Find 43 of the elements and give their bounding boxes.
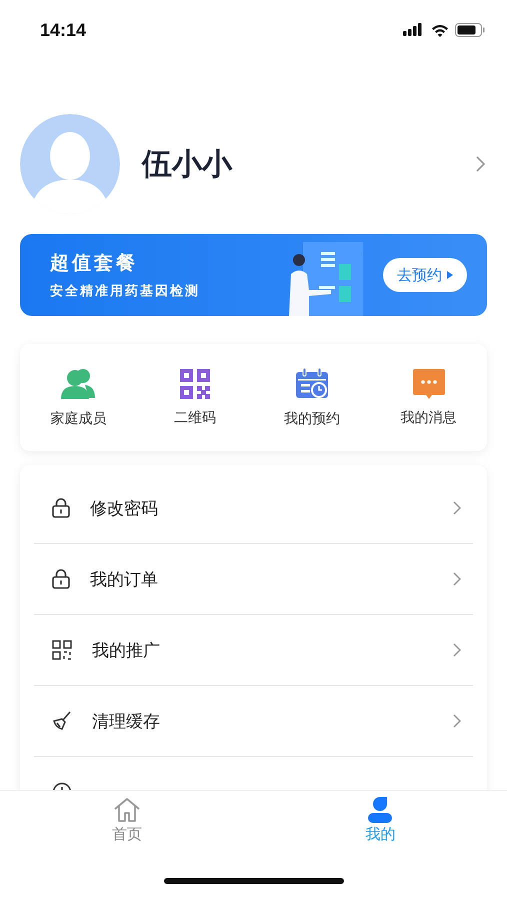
battery-icon xyxy=(455,23,485,37)
chat-bubble-icon xyxy=(412,368,445,398)
promo-banner[interactable]: 超值套餐 安全精准用药基因检测 去预约 xyxy=(20,234,487,316)
play-icon xyxy=(447,271,453,279)
chevron-right-icon xyxy=(476,156,485,172)
book-button[interactable]: 去预约 xyxy=(383,258,467,292)
calendar-clock-icon xyxy=(296,368,328,400)
shortcut-item[interactable]: 二维码 xyxy=(136,368,254,426)
broom-icon xyxy=(52,711,72,731)
chevron-right-icon xyxy=(453,714,461,728)
menu-item[interactable]: 我的订单 xyxy=(34,544,473,615)
status-time: 14:14 xyxy=(40,20,86,40)
menu-item[interactable]: 我的推广 xyxy=(34,615,473,686)
tab[interactable]: 首页 xyxy=(0,797,254,844)
people-icon xyxy=(61,368,96,400)
shortcut-label: 我的预约 xyxy=(284,410,340,428)
wifi-icon xyxy=(431,24,449,36)
chevron-right-icon xyxy=(453,572,461,586)
shortcut-item[interactable]: 家庭成员 xyxy=(20,368,137,428)
person-icon xyxy=(367,797,394,823)
user-name: 伍小小 xyxy=(142,146,234,184)
banner-subtitle: 安全精准用药基因检测 xyxy=(50,282,201,300)
menu-label: 清理缓存 xyxy=(92,710,161,732)
lock-icon xyxy=(52,498,70,518)
shortcut-label: 二维码 xyxy=(174,408,216,426)
menu-label: 修改密码 xyxy=(90,498,159,520)
lock-icon xyxy=(52,569,70,589)
menu-item[interactable]: 清理缓存 xyxy=(34,686,473,757)
chevron-right-icon xyxy=(453,643,461,657)
menu-item[interactable]: 修改密码 xyxy=(34,473,473,544)
shortcut-item[interactable]: 我的预约 xyxy=(254,368,370,428)
shortcut-label: 家庭成员 xyxy=(50,410,106,428)
shortcut-label: 我的消息 xyxy=(400,408,457,426)
qr-code-icon xyxy=(52,640,72,660)
profile-row[interactable]: 伍小小 xyxy=(0,60,507,234)
qr-code-icon xyxy=(180,368,210,398)
avatar-icon xyxy=(20,114,120,214)
banner-title: 超值套餐 xyxy=(50,251,139,276)
menu-label: 我的推广 xyxy=(92,640,161,662)
menu-label: 我的订单 xyxy=(90,568,159,590)
home-icon xyxy=(112,797,141,823)
chevron-right-icon xyxy=(453,501,461,515)
shortcut-item[interactable]: 我的消息 xyxy=(370,368,487,426)
